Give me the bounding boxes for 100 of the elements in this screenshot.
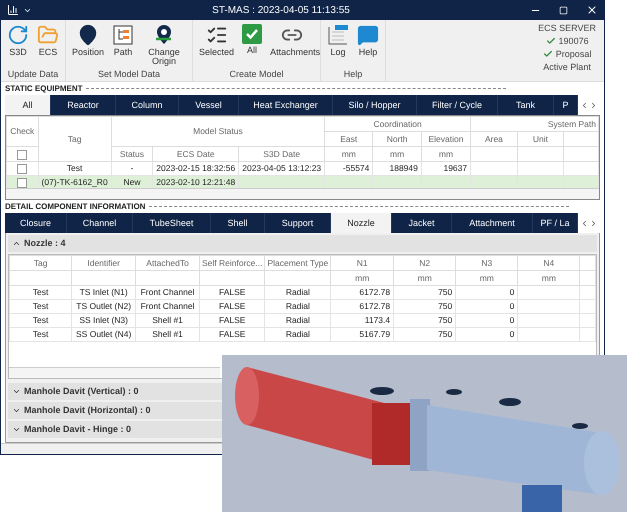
- unit-label: mm: [518, 270, 580, 286]
- help-icon: [357, 24, 380, 46]
- chevron-left-icon[interactable]: [580, 100, 589, 110]
- table-cell: 0: [456, 327, 518, 342]
- table-cell: FALSE: [199, 285, 265, 300]
- window-title: ST-MAS : 2023-04-05 11:13:55: [211, 4, 351, 16]
- close-icon[interactable]: [586, 4, 598, 16]
- server-item: 190076: [558, 36, 589, 46]
- unit-label: mm: [330, 270, 394, 286]
- ribbon-button[interactable]: Path: [109, 22, 138, 70]
- unit-label: mm: [324, 146, 373, 162]
- table-cell: 0: [456, 299, 518, 314]
- table-cell: Test: [38, 161, 112, 176]
- column-header: Tag: [10, 255, 72, 270]
- section-header[interactable]: Manhole Davit (Vertical) : 0: [8, 382, 222, 400]
- group-label: Help: [342, 69, 364, 82]
- table-cell: Radial: [264, 313, 331, 328]
- checkbox[interactable]: [17, 164, 28, 174]
- table-cell: 750: [394, 299, 456, 314]
- unit-label: mm: [456, 270, 518, 286]
- tab[interactable]: All: [5, 95, 51, 115]
- table-cell: 2023-02-15 18:32:56: [152, 161, 239, 176]
- column-header: S3D Date: [238, 146, 325, 162]
- table-cell: FALSE: [199, 327, 265, 342]
- table-cell: 6172.78: [330, 299, 394, 314]
- column-header: AttachedTo: [136, 255, 200, 270]
- tab[interactable]: Nozzle: [331, 213, 392, 233]
- chevron-left-icon[interactable]: [580, 218, 589, 228]
- table-cell: 19637: [421, 161, 471, 176]
- ribbon-button[interactable]: Change Origin: [139, 22, 190, 70]
- folder-icon: [37, 24, 59, 46]
- column-header: East: [324, 131, 373, 146]
- checkbox[interactable]: [17, 178, 28, 188]
- table-cell: -55574: [324, 161, 373, 176]
- table-cell: Test: [10, 313, 72, 328]
- log-icon: [327, 24, 350, 46]
- column-header: Coordination: [324, 116, 471, 132]
- ribbon-button[interactable]: Attachments: [267, 22, 318, 70]
- column-header: Tag: [38, 116, 112, 162]
- table-cell: Test: [10, 285, 72, 300]
- table-cell: TS Outlet (N2): [72, 299, 136, 314]
- section-heading: DETAIL COMPONENT INFORMATION: [5, 202, 146, 212]
- horizontal-scrollbar[interactable]: [6, 188, 599, 200]
- table-cell: 1173.4: [330, 313, 394, 328]
- server-item: Proposal: [556, 48, 592, 59]
- table-cell: FALSE: [199, 313, 265, 328]
- section-header[interactable]: Nozzle : 4: [8, 234, 597, 252]
- column-header: System Path: [470, 116, 598, 132]
- server-title: ECS SERVER: [538, 22, 596, 33]
- column-header: Placement Type: [264, 255, 331, 270]
- chevron-right-icon[interactable]: [589, 218, 598, 228]
- chevron-right-icon[interactable]: [589, 100, 598, 110]
- checkbox[interactable]: [17, 150, 28, 160]
- table-cell: Front Channel: [136, 299, 200, 314]
- table-cell: 750: [394, 313, 456, 328]
- table-cell: Front Channel: [136, 285, 200, 300]
- path-icon: [112, 24, 134, 46]
- ribbon-button[interactable]: Position: [69, 22, 108, 70]
- group-label: Active Plant: [543, 62, 591, 72]
- ribbon-button[interactable]: Selected: [196, 22, 238, 70]
- column-header: N4: [518, 255, 580, 270]
- column-header: N1: [330, 255, 394, 270]
- table-cell: 6172.78: [330, 285, 394, 300]
- ribbon-button[interactable]: Help: [354, 22, 382, 70]
- unit-label: mm: [421, 146, 471, 162]
- ribbon-button[interactable]: Log: [324, 22, 352, 70]
- table-cell: 0: [456, 285, 518, 300]
- app-icon[interactable]: [7, 4, 19, 16]
- column-header: Unit: [517, 131, 564, 146]
- table-cell: TS Inlet (N1): [72, 285, 136, 300]
- table-cell: 2023-04-05 13:12:23: [238, 161, 325, 176]
- checkbox-icon: [242, 24, 262, 44]
- table-cell: 5167.79: [330, 327, 394, 342]
- column-header: Check: [6, 116, 38, 146]
- section-header[interactable]: Manhole Davit - Hinge : 0: [8, 420, 222, 438]
- maximize-icon[interactable]: [559, 6, 568, 15]
- column-header: North: [372, 131, 422, 146]
- table-cell: 750: [394, 285, 456, 300]
- section-header[interactable]: Manhole Davit (Horizontal) : 0: [8, 402, 222, 419]
- unit-label: mm: [394, 270, 456, 286]
- ribbon-button[interactable]: S3D: [4, 22, 32, 70]
- table-cell: Radial: [264, 299, 331, 314]
- table-cell: Radial: [264, 285, 331, 300]
- table-cell: 188949: [372, 161, 422, 176]
- table-cell: SS Inlet (N3): [72, 313, 136, 328]
- group-label: Create Model: [228, 69, 285, 82]
- table-cell: FALSE: [199, 299, 265, 314]
- table-cell: 0: [456, 313, 518, 328]
- column-header: Status: [111, 146, 153, 162]
- group-label: Set Model Data: [96, 69, 162, 82]
- column-header: Elevation: [421, 131, 471, 146]
- column-header: Model Status: [111, 116, 325, 146]
- column-header: Area: [470, 131, 518, 146]
- table-cell: Test: [10, 327, 72, 342]
- ribbon-button[interactable]: All: [239, 22, 266, 70]
- table-cell: Shell #1: [136, 313, 200, 328]
- column-header: N2: [394, 255, 456, 270]
- ribbon-button[interactable]: ECS: [34, 22, 62, 70]
- table-cell: Test: [10, 299, 72, 314]
- horizontal-scrollbar[interactable]: [9, 366, 220, 378]
